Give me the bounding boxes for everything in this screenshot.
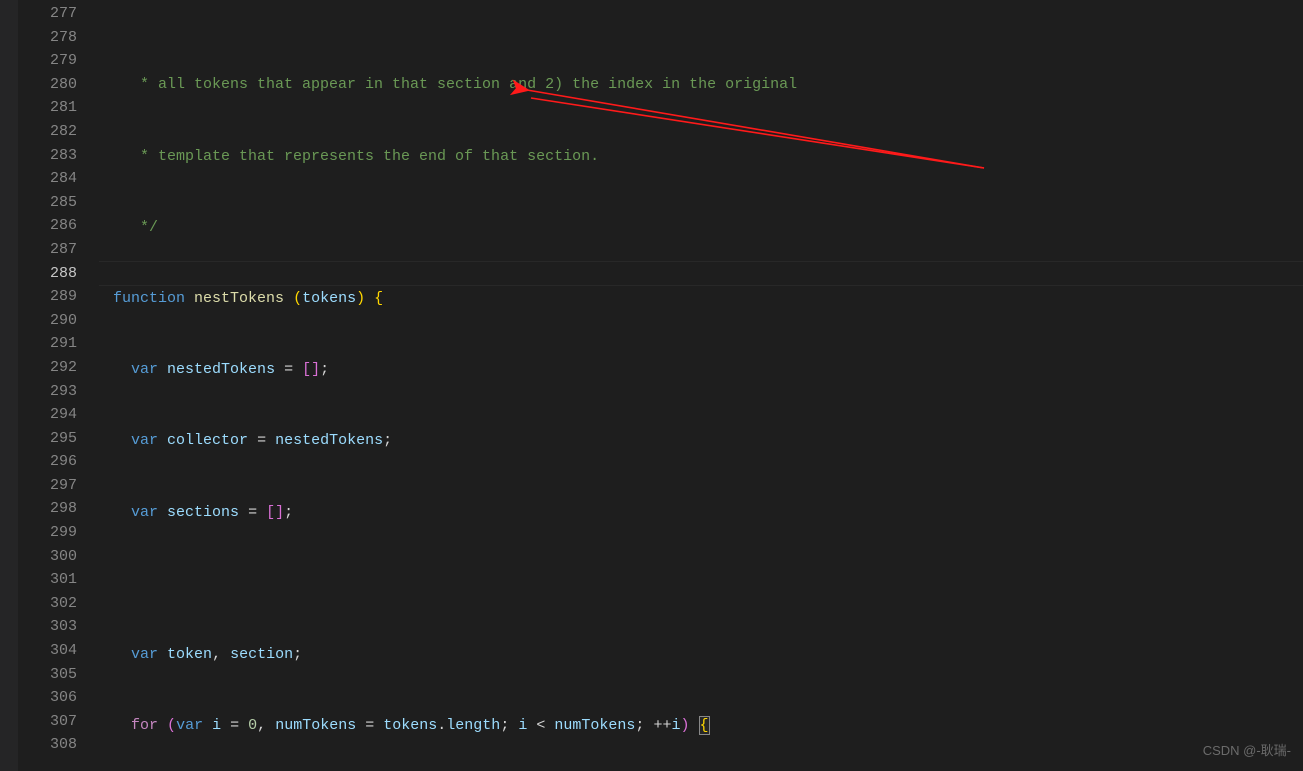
line-number: 308 bbox=[31, 733, 99, 757]
line-number: 293 bbox=[31, 380, 99, 404]
line-number: 283 bbox=[31, 144, 99, 168]
line-number: 303 bbox=[31, 615, 99, 639]
line-number: 286 bbox=[31, 214, 99, 238]
code-editor[interactable]: 2772782792802812822832842852862872882892… bbox=[0, 0, 1303, 771]
line-number: 277 bbox=[31, 2, 99, 26]
line-number: 302 bbox=[31, 592, 99, 616]
comment-line: * all tokens that appear in that section… bbox=[113, 76, 797, 93]
var-decl: var token, section; bbox=[99, 643, 1303, 667]
line-number: 278 bbox=[31, 26, 99, 50]
line-number: 279 bbox=[31, 49, 99, 73]
line-number: 289 bbox=[31, 285, 99, 309]
for-stmt: for (var i = 0, numTokens = tokens.lengt… bbox=[99, 714, 1303, 738]
line-number: 295 bbox=[31, 427, 99, 451]
var-decl: var sections = []; bbox=[99, 501, 1303, 525]
line-number: 285 bbox=[31, 191, 99, 215]
blank-line bbox=[99, 572, 1303, 596]
line-number: 305 bbox=[31, 663, 99, 687]
line-number: 291 bbox=[31, 332, 99, 356]
line-number: 297 bbox=[31, 474, 99, 498]
var-decl: var nestedTokens = []; bbox=[99, 358, 1303, 382]
function-decl: function nestTokens (tokens) { bbox=[99, 287, 1303, 311]
line-number: 287 bbox=[31, 238, 99, 262]
line-number: 307 bbox=[31, 710, 99, 734]
line-number: 288 bbox=[31, 262, 99, 286]
line-number: 280 bbox=[31, 73, 99, 97]
line-number: 301 bbox=[31, 568, 99, 592]
activity-bar bbox=[0, 0, 18, 771]
line-number: 299 bbox=[31, 521, 99, 545]
line-number: 282 bbox=[31, 120, 99, 144]
minimap-decoration bbox=[18, 0, 31, 771]
code-area[interactable]: * all tokens that appear in that section… bbox=[99, 0, 1303, 771]
var-decl: var collector = nestedTokens; bbox=[99, 429, 1303, 453]
line-number: 290 bbox=[31, 309, 99, 333]
comment-line: * template that represents the end of th… bbox=[113, 148, 599, 165]
line-number: 300 bbox=[31, 545, 99, 569]
line-number: 292 bbox=[31, 356, 99, 380]
line-number: 296 bbox=[31, 450, 99, 474]
line-number: 306 bbox=[31, 686, 99, 710]
line-number: 281 bbox=[31, 96, 99, 120]
line-number: 298 bbox=[31, 497, 99, 521]
line-number: 304 bbox=[31, 639, 99, 663]
line-number: 284 bbox=[31, 167, 99, 191]
line-numbers-gutter: 2772782792802812822832842852862872882892… bbox=[31, 0, 99, 771]
comment-line: */ bbox=[113, 219, 158, 236]
line-number: 294 bbox=[31, 403, 99, 427]
watermark-text: CSDN @-耿瑞- bbox=[1203, 739, 1291, 763]
current-line-highlight bbox=[99, 261, 1303, 287]
